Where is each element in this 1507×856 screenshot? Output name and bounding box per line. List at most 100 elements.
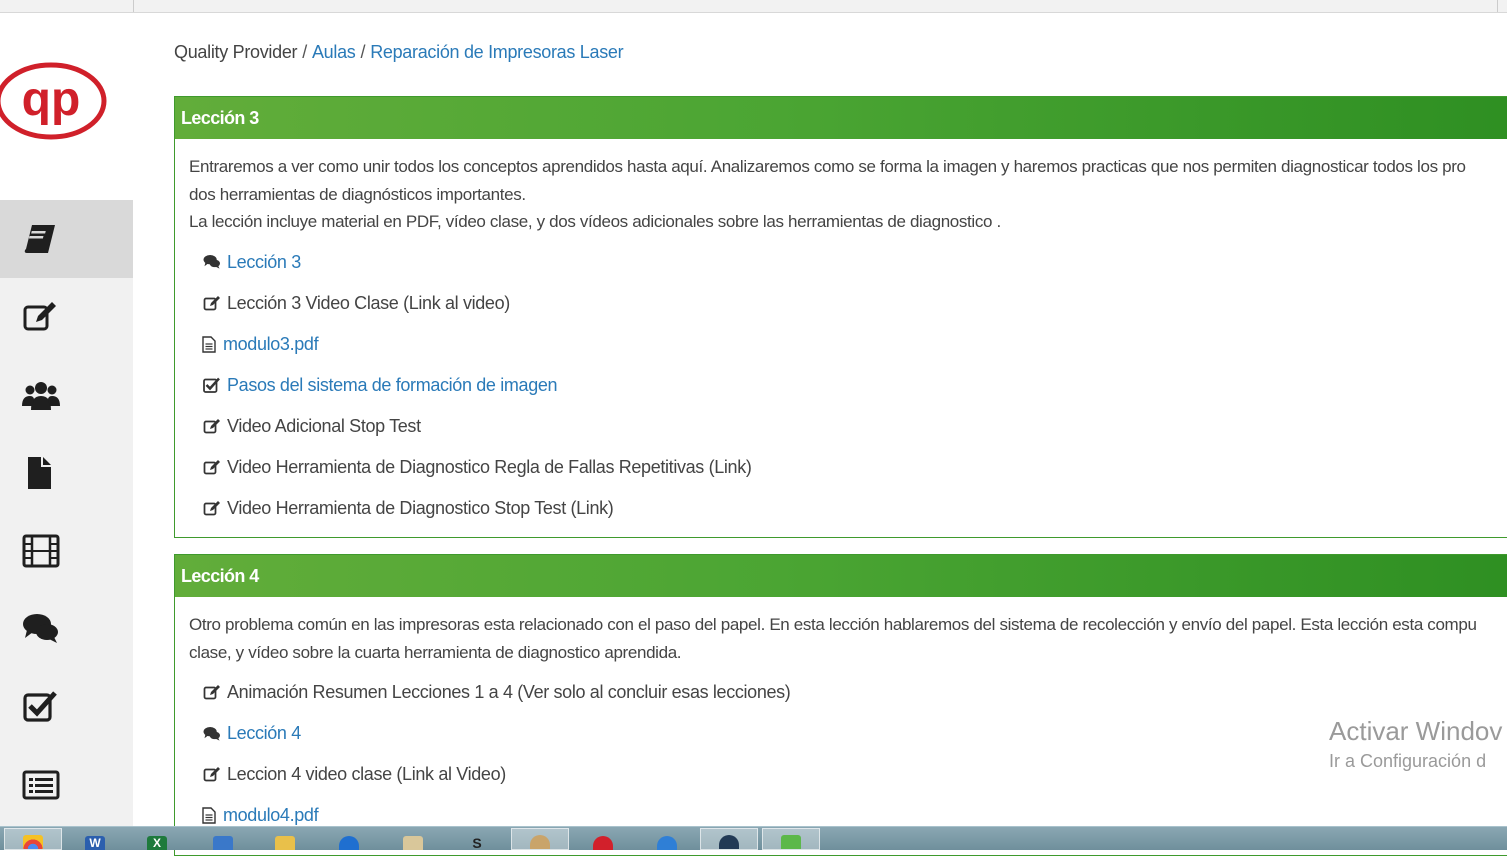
lesson-item-link[interactable]: Pasos del sistema de formación de imagen <box>227 375 558 396</box>
lesson-item-label: Leccion 4 video clase (Link al Video) <box>227 764 506 784</box>
sidebar-item-videos[interactable] <box>0 512 133 590</box>
lesson-title: Lección 3 <box>175 97 1507 139</box>
excel-icon: X <box>147 836 167 850</box>
comments-icon <box>202 253 222 271</box>
paint-icon <box>403 836 423 850</box>
top-divider <box>133 0 134 12</box>
file-text-icon <box>202 335 218 353</box>
taskbar-network-button[interactable] <box>194 828 252 850</box>
download-icon <box>781 835 801 849</box>
breadcrumb: Quality Provider / Aulas / Reparación de Imp… <box>174 42 624 63</box>
lesson-item-link[interactable]: modulo3.pdf <box>223 334 319 355</box>
logo-area: qp <box>0 13 133 200</box>
sidebar-item-grades[interactable] <box>0 746 133 824</box>
taskbar-chrome-button[interactable] <box>4 828 62 850</box>
chrome-icon <box>23 835 43 849</box>
lesson-item-assignment[interactable]: Lección 3 Video Clase (Link al video) <box>189 283 1506 324</box>
lesson-item-assignment[interactable]: Animación Resumen Lecciones 1 a 4 (Ver s… <box>189 672 1506 713</box>
sidebar-item-lessons[interactable] <box>0 200 133 278</box>
list-icon <box>22 770 60 800</box>
globe-icon <box>657 836 677 850</box>
lesson-item-label: Lección 3 Video Clase (Link al video) <box>227 292 510 313</box>
taskbar-steam-button[interactable] <box>700 828 758 850</box>
taskbar-globe-button[interactable] <box>638 828 696 850</box>
edit-icon <box>23 302 56 331</box>
word-icon: W <box>85 836 105 850</box>
description-line: Otro problema común en las impresoras es… <box>189 615 1477 634</box>
lesson-item-label: Video Adicional Stop Test <box>227 415 421 436</box>
sidebar-item-participants[interactable] <box>0 356 133 434</box>
lesson-item-assignment[interactable]: Video Herramienta de Diagnostico Stop Te… <box>189 488 1506 529</box>
sidebar-item-forum[interactable] <box>0 590 133 668</box>
edit-icon <box>202 499 222 517</box>
breadcrumb-root: Quality Provider <box>174 42 298 62</box>
file-text-icon <box>202 807 218 825</box>
users-icon <box>22 382 60 410</box>
lesson-item-forum[interactable]: Lección 3 <box>189 242 1506 283</box>
sidebar-item-quizzes[interactable] <box>0 668 133 746</box>
watermark-subtitle: Ir a Configuración d <box>1329 751 1487 771</box>
film-icon <box>22 534 60 568</box>
taskbar-teamviewer-button[interactable] <box>320 828 378 850</box>
top-divider-right <box>1497 0 1498 12</box>
lesson-item-quiz[interactable]: Pasos del sistema de formación de imagen <box>189 365 1506 406</box>
steam-icon <box>719 835 739 849</box>
teamviewer-icon <box>339 836 359 850</box>
watermark-title: Activar Windov <box>1329 716 1503 746</box>
file-icon <box>28 457 51 489</box>
edit-icon <box>202 417 222 435</box>
svg-text:qp: qp <box>22 73 81 126</box>
taskbar-skype-button[interactable]: S <box>448 828 506 850</box>
edit-icon <box>202 294 222 312</box>
sidebar-item-files[interactable] <box>0 434 133 512</box>
breadcrumb-separator: / <box>360 42 366 62</box>
lesson-item-link[interactable]: Lección 3 <box>227 252 301 273</box>
lesson-item-assignment[interactable]: Video Herramienta de Diagnostico Regla d… <box>189 447 1506 488</box>
description-line: La lección incluye material en PDF, víde… <box>189 212 1001 231</box>
breadcrumb-aulas-link[interactable]: Aulas <box>312 42 356 62</box>
lesson-body: Otro problema común en las impresoras es… <box>175 597 1507 844</box>
lesson-description: Entraremos a ver como unir todos los con… <box>189 153 1506 236</box>
lesson-item-label: Animación Resumen Lecciones 1 a 4 (Ver s… <box>227 682 791 702</box>
taskbar: W X S <box>0 826 1507 850</box>
check-square-icon <box>23 691 57 722</box>
lesson-description: Otro problema común en las impresoras es… <box>189 611 1506 666</box>
opera-icon <box>593 836 613 850</box>
taskbar-palette-button[interactable] <box>511 828 569 850</box>
lesson-panel: Lección 3 Entraremos a ver como unir tod… <box>174 96 1507 538</box>
skype-icon: S <box>472 835 482 850</box>
qp-logo[interactable]: qp <box>0 61 108 146</box>
book-icon <box>24 225 55 253</box>
palette-icon <box>530 835 550 849</box>
comments-icon <box>202 725 222 743</box>
edit-icon <box>202 684 222 702</box>
lesson-item-link[interactable]: modulo4.pdf <box>223 805 319 826</box>
network-icon <box>213 836 233 850</box>
taskbar-opera-button[interactable] <box>574 828 632 850</box>
edit-icon <box>202 458 222 476</box>
breadcrumb-separator: / <box>302 42 307 62</box>
taskbar-explorer-button[interactable] <box>256 828 314 850</box>
windows-activation-watermark: Activar Windov Ir a Configuración d <box>1329 716 1502 772</box>
comments-icon <box>23 614 58 643</box>
taskbar-download-button[interactable] <box>762 828 820 850</box>
lesson-item-forum[interactable]: Lección 4 <box>189 713 1506 754</box>
description-line: clase, y vídeo sobre la cuarta herramien… <box>189 642 682 662</box>
lesson-item-file[interactable]: modulo3.pdf <box>189 324 1506 365</box>
lesson-item-link[interactable]: Lección 4 <box>227 723 301 744</box>
taskbar-paint-button[interactable] <box>384 828 442 850</box>
lesson-panel: Lección 4 Otro problema común en las imp… <box>174 554 1507 856</box>
taskbar-word-button[interactable]: W <box>66 828 124 850</box>
taskbar-excel-button[interactable]: X <box>128 828 186 850</box>
lesson-body: Entraremos a ver como unir todos los con… <box>175 139 1507 537</box>
lesson-item-assignment[interactable]: Video Adicional Stop Test <box>189 406 1506 447</box>
folder-icon <box>275 836 295 850</box>
breadcrumb-course-link[interactable]: Reparación de Impresoras Laser <box>370 42 623 62</box>
sidebar-item-tasks[interactable] <box>0 278 133 356</box>
check-square-icon <box>202 376 222 394</box>
description-line: Entraremos a ver como unir todos los con… <box>189 157 1466 176</box>
lesson-item-label: Video Herramienta de Diagnostico Stop Te… <box>227 497 614 518</box>
edit-icon <box>202 766 222 784</box>
lesson-item-assignment[interactable]: Leccion 4 video clase (Link al Video) <box>189 754 1506 795</box>
browser-top-strip <box>0 0 1507 13</box>
